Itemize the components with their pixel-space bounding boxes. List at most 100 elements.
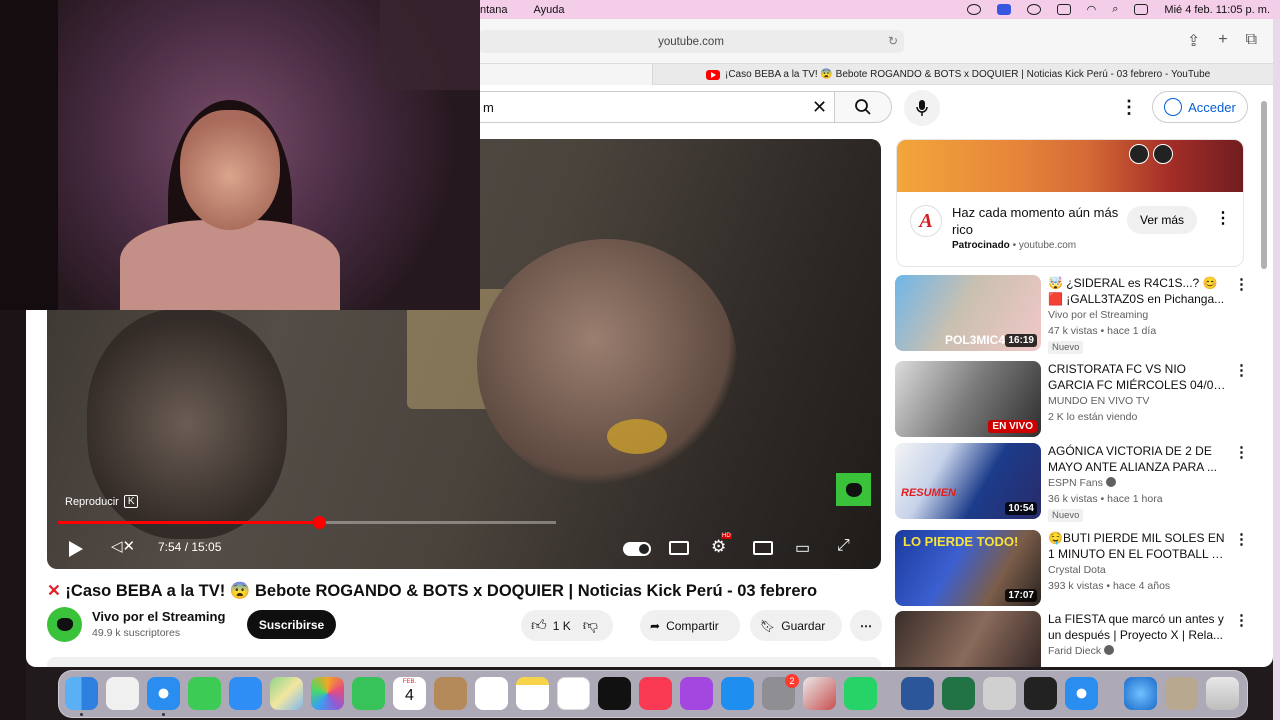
word-icon[interactable] [901, 677, 934, 710]
list-item[interactable]: LO PIERDE TODO! 17:07 🤤BUTI PIERDE MIL S… [895, 530, 1249, 608]
list-item[interactable]: RESUMEN 10:54 AGÓNICA VICTORIA DE 2 DE MA… [895, 443, 1249, 522]
downloads-icon[interactable] [1124, 677, 1157, 710]
screen-share-icon[interactable] [996, 4, 1011, 15]
menu-window[interactable]: ntana [480, 4, 508, 16]
miniplayer-button[interactable] [753, 541, 773, 555]
video-menu-icon[interactable]: ⋮ [1234, 611, 1249, 629]
channel-watermark[interactable] [836, 473, 871, 506]
scrollbar-thumb[interactable] [1261, 101, 1267, 269]
contacts-icon[interactable] [434, 677, 467, 710]
reload-icon[interactable]: ↻ [888, 34, 898, 48]
safari-icon[interactable] [147, 677, 180, 710]
app-store-icon[interactable] [721, 677, 754, 710]
play-button[interactable] [69, 541, 83, 557]
obs-icon[interactable] [1024, 677, 1057, 710]
ad-menu-icon[interactable]: ⋮ [1215, 208, 1231, 228]
list-item[interactable]: La FIESTA que marcó un antes y un después… [895, 611, 1249, 667]
thumbs-up-icon[interactable]: 👍︎ [531, 617, 547, 635]
preview-icon[interactable] [983, 677, 1016, 710]
mail-icon[interactable] [229, 677, 262, 710]
settings-kebab-icon[interactable]: ⋮ [1120, 97, 1138, 118]
video-menu-icon[interactable]: ⋮ [1234, 361, 1249, 379]
control-icon[interactable] [966, 4, 981, 15]
autoplay-toggle[interactable] [623, 542, 651, 556]
sponsored-ad[interactable]: A Haz cada momento aún más rico Patrocin… [896, 139, 1244, 267]
description-box[interactable] [47, 657, 881, 667]
excel-icon[interactable] [942, 677, 975, 710]
sign-in-button[interactable]: Acceder [1152, 91, 1248, 123]
channel-name[interactable]: Crystal Dota [1048, 564, 1106, 576]
ad-title[interactable]: Haz cada momento aún más rico [952, 204, 1122, 238]
channel-name[interactable]: Vivo por el Streaming [1048, 309, 1148, 321]
tab-youtube[interactable]: ¡Caso BEBA a la TV! 😨 Bebote ROGANDO & B… [706, 64, 1210, 85]
recent-item-icon[interactable] [1165, 677, 1198, 710]
freeform-icon[interactable] [557, 677, 590, 710]
settings-button[interactable]: ⚙ HD [711, 533, 732, 557]
tab-overview-icon[interactable]: ⧉ [1246, 31, 1257, 51]
music-icon[interactable] [639, 677, 672, 710]
battery-icon[interactable] [1056, 4, 1071, 15]
spotlight-icon[interactable]: ⌕ [1112, 3, 1118, 16]
voice-search-button[interactable] [904, 90, 940, 126]
video-thumbnail[interactable]: RESUMEN 10:54 [895, 443, 1041, 519]
messages-icon[interactable] [188, 677, 221, 710]
finder-icon[interactable] [65, 677, 98, 710]
page-scrollbar[interactable] [1261, 89, 1267, 649]
search-button[interactable] [834, 91, 892, 123]
video-title[interactable]: La FIESTA que marcó un antes y un después… [1048, 611, 1228, 643]
clock[interactable]: Mié 4 feb. 11:05 p. m. [1164, 4, 1270, 16]
video-menu-icon[interactable]: ⋮ [1234, 275, 1249, 293]
system-settings-icon[interactable]: 2 [762, 674, 799, 710]
video-menu-icon[interactable]: ⋮ [1234, 443, 1249, 461]
video-menu-icon[interactable]: ⋮ [1234, 530, 1249, 548]
progress-bar[interactable] [58, 516, 556, 529]
play-status-icon[interactable] [1026, 4, 1041, 15]
ad-see-more-button[interactable]: Ver más [1127, 206, 1197, 234]
calendar-icon[interactable]: FEB. 4 [393, 677, 426, 710]
tab-inactive[interactable] [478, 64, 653, 85]
control-center-icon[interactable] [1134, 4, 1149, 15]
progress-scrubber[interactable] [312, 516, 326, 529]
channel-name[interactable]: Farid Dieck [1048, 645, 1115, 657]
video-title[interactable]: CRISTORATA FC VS NIO GARCIA FC MIÉRCOLES … [1048, 361, 1228, 393]
maps-icon[interactable] [270, 677, 303, 710]
like-count[interactable]: 1 K [553, 619, 571, 633]
list-item[interactable]: EN VIVO CRISTORATA FC VS NIO GARCIA FC MI… [895, 361, 1249, 439]
channel-name[interactable]: Vivo por el Streaming [92, 609, 225, 624]
clear-search-icon[interactable]: ✕ [812, 97, 827, 118]
notes-icon[interactable] [516, 677, 549, 710]
apple-tv-icon[interactable] [598, 677, 631, 710]
channel-name[interactable]: MUNDO EN VIVO TV [1048, 395, 1149, 407]
list-item[interactable]: POL3MIC4S 16:19 🤯 ¿SIDERAL es R4C1S...? … [895, 275, 1249, 354]
iphone-mirroring-icon[interactable] [803, 677, 836, 710]
channel-avatar[interactable] [47, 607, 82, 642]
fullscreen-button[interactable]: ⤢ [837, 537, 850, 555]
new-tab-icon[interactable]: + [1218, 31, 1227, 51]
channel-name[interactable]: ESPN Fans [1048, 477, 1116, 489]
reminders-icon[interactable] [475, 677, 508, 710]
save-button[interactable]: 🔖︎ Guardar [750, 610, 842, 641]
photos-icon[interactable] [311, 677, 344, 710]
video-title[interactable]: 🤯 ¿SIDERAL es R4C1S...? 😊 🟥 ¡GALL3TAZ0S e… [1048, 275, 1228, 307]
search-input[interactable]: m [478, 91, 834, 123]
video-title[interactable]: 🤤BUTI PIERDE MIL SOLES EN 1 MINUTO EN EL … [1048, 530, 1228, 562]
video-thumbnail[interactable]: LO PIERDE TODO! 17:07 [895, 530, 1041, 606]
video-thumbnail[interactable]: EN VIVO [895, 361, 1041, 437]
trash-icon[interactable] [1206, 677, 1239, 710]
whatsapp-icon[interactable] [844, 677, 877, 710]
mute-button[interactable]: ◁✕ [111, 537, 135, 555]
airplay-button[interactable]: ▭ [795, 538, 810, 558]
launchpad-icon[interactable] [106, 677, 139, 710]
video-thumbnail[interactable]: POL3MIC4S 16:19 [895, 275, 1041, 351]
more-actions-button[interactable]: ⋯ [850, 610, 882, 641]
wifi-icon[interactable]: ◠ [1087, 3, 1097, 16]
subtitles-button[interactable] [669, 541, 689, 555]
thumbs-down-icon[interactable]: 👎︎ [583, 617, 598, 635]
subscribe-button[interactable]: Suscribirse [247, 610, 336, 639]
address-bar[interactable]: youtube.com ↻ [478, 30, 904, 53]
safari-window-icon[interactable] [1065, 677, 1098, 710]
video-thumbnail[interactable] [895, 611, 1041, 667]
menu-help[interactable]: Ayuda [534, 4, 565, 16]
video-title[interactable]: AGÓNICA VICTORIA DE 2 DE MAYO ANTE ALIANZ… [1048, 443, 1228, 475]
podcasts-icon[interactable] [680, 677, 713, 710]
